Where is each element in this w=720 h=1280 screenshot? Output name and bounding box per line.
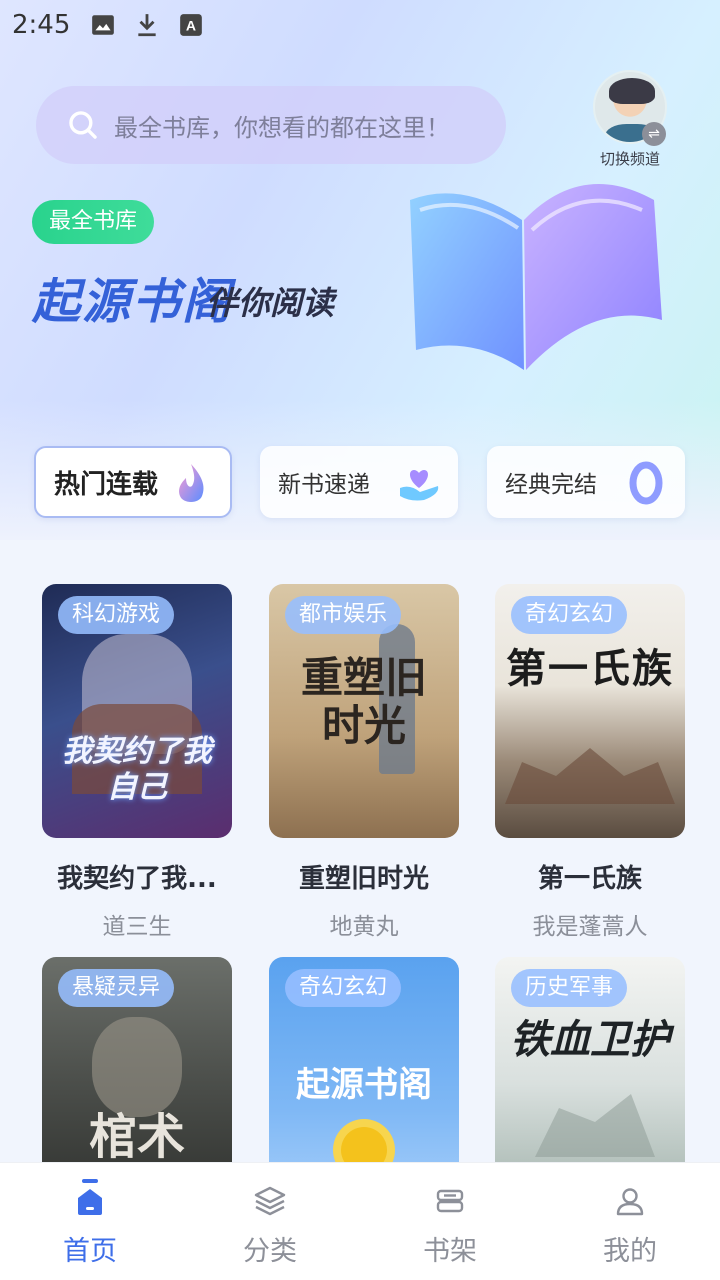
- heart-hand-icon: [400, 470, 439, 501]
- book-cover: 重塑旧时光 都市娱乐: [269, 584, 459, 838]
- layers-icon: [254, 1186, 286, 1216]
- cover-text: 重塑旧时光: [300, 653, 427, 750]
- flame-icon: [179, 464, 204, 502]
- svg-text:A: A: [186, 17, 196, 33]
- banner-title: 起源书阁: [32, 274, 233, 330]
- category-hot-serial[interactable]: 热门连载: [34, 446, 232, 518]
- book-author: 道三生: [102, 914, 172, 940]
- ring-icon: [629, 461, 663, 505]
- banner-badge: 最全书库: [32, 200, 154, 244]
- user-icon: [616, 1188, 644, 1216]
- bottom-nav: 首页 分类 书架 我的: [0, 1162, 720, 1280]
- search-bar[interactable]: 最全书库，你想看的都在这里！: [36, 86, 506, 164]
- category-label: 经典完结: [505, 472, 597, 498]
- open-book-illustration: [410, 184, 662, 370]
- book-card[interactable]: 重塑旧时光 都市娱乐 重塑旧时光 地黄丸: [269, 584, 459, 941]
- nav-label: 首页: [63, 1236, 117, 1267]
- book-card[interactable]: 我契约了我自己 科幻游戏 我契约了我... 道三生: [42, 584, 232, 941]
- category-new-books[interactable]: 新书速递: [260, 446, 458, 518]
- book-cover: 我契约了我自己 科幻游戏: [42, 584, 232, 838]
- font-icon: A: [180, 14, 202, 36]
- book-author: 我是蓬蒿人: [532, 914, 648, 940]
- status-time: 2:45: [12, 10, 71, 40]
- cover-text: 棺术: [88, 1109, 185, 1165]
- channel-switch[interactable]: ⇌ 切换频道: [590, 70, 670, 169]
- image-icon: [92, 15, 114, 35]
- cover-text: 铁血卫护: [510, 1017, 670, 1063]
- cover-text: 起源书阁: [296, 1065, 432, 1105]
- nav-home[interactable]: 首页: [0, 1163, 180, 1280]
- nav-profile[interactable]: 我的: [540, 1163, 720, 1280]
- search-icon: [69, 111, 97, 139]
- banner-subtitle: 伴你阅读: [206, 284, 335, 322]
- nav-category[interactable]: 分类: [180, 1163, 360, 1280]
- home-icon: [78, 1189, 102, 1215]
- book-title: 重塑旧时光: [298, 864, 429, 894]
- search-placeholder: 最全书库，你想看的都在这里！: [114, 113, 450, 142]
- category-label: 热门连载: [54, 469, 159, 500]
- nav-label: 分类: [243, 1236, 297, 1267]
- genre-tag: 科幻游戏: [58, 596, 175, 634]
- nav-bookshelf[interactable]: 书架: [360, 1163, 540, 1280]
- genre-tag: 都市娱乐: [285, 596, 402, 634]
- bookshelf-icon: [436, 1189, 464, 1213]
- status-bar: 2:45 A: [0, 0, 720, 50]
- cover-text: 第一氏族: [506, 646, 674, 692]
- genre-tag: 奇幻玄幻: [511, 596, 628, 634]
- cover-text: 我契约了我自己: [62, 734, 212, 805]
- genre-tag: 奇幻玄幻: [285, 969, 402, 1007]
- genre-tag: 悬疑灵异: [58, 969, 175, 1007]
- category-classic-completed[interactable]: 经典完结: [487, 446, 685, 518]
- book-title: 第一氏族: [537, 864, 642, 894]
- nav-label: 我的: [603, 1236, 657, 1267]
- swap-icon: ⇌: [642, 122, 666, 146]
- genre-tag: 历史军事: [511, 969, 628, 1007]
- book-author: 地黄丸: [329, 914, 399, 940]
- category-label: 新书速递: [278, 472, 370, 498]
- book-card[interactable]: 第一氏族 奇幻玄幻 第一氏族 我是蓬蒿人: [495, 584, 685, 941]
- download-icon: [138, 14, 156, 37]
- book-title: 我契约了我...: [57, 864, 217, 894]
- book-cover: 第一氏族 奇幻玄幻: [495, 584, 685, 838]
- nav-label: 书架: [423, 1236, 477, 1267]
